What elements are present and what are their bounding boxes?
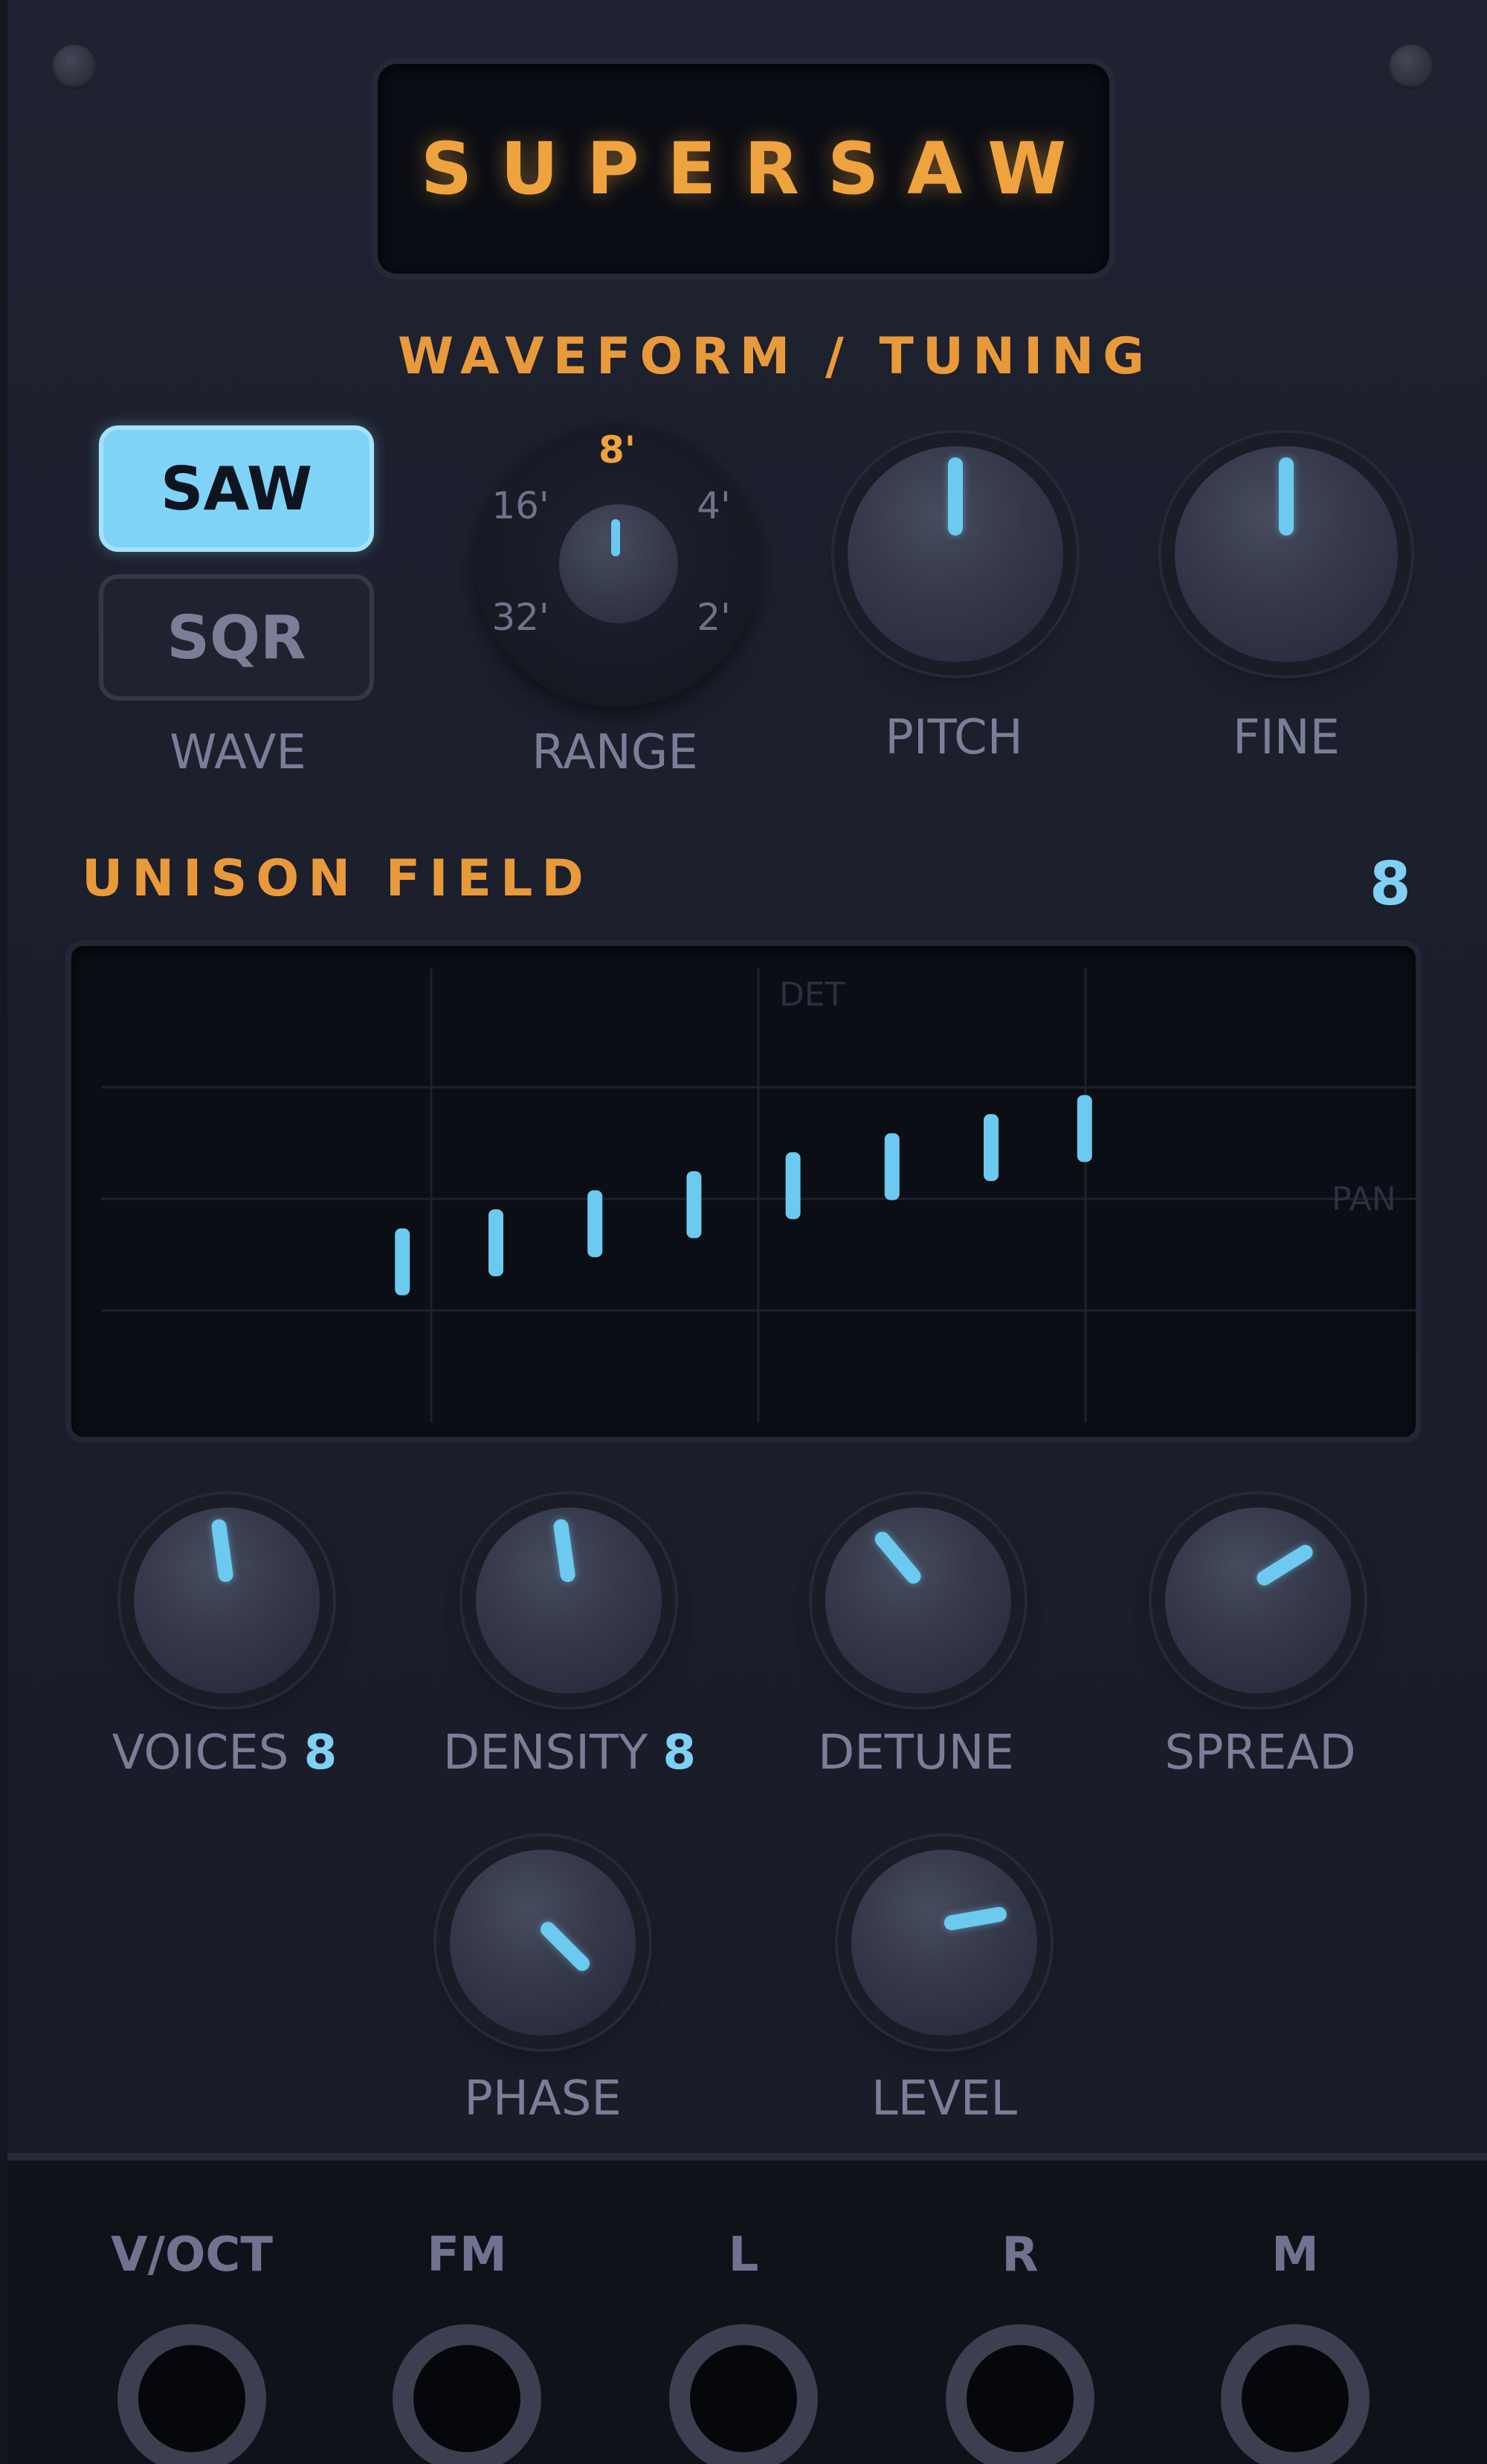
voices-label: VOICES	[112, 1725, 289, 1781]
unison-voice-marker	[785, 1152, 801, 1220]
fm-input-jack[interactable]	[393, 2324, 541, 2464]
phase-knob-pointer	[537, 1918, 593, 1975]
screw-top-left	[52, 45, 97, 89]
range-knob[interactable]	[559, 504, 678, 623]
range-label: RANGE	[532, 725, 698, 780]
unison-voice-marker	[686, 1171, 702, 1238]
unison-voice-marker	[488, 1209, 503, 1276]
unison-voice-marker	[587, 1190, 603, 1258]
voices-value: 8	[303, 1725, 338, 1781]
level-label: LEVEL	[871, 2071, 1017, 2126]
voices-label-group: VOICES 8	[112, 1725, 338, 1781]
phase-label: PHASE	[464, 2071, 622, 2126]
sqr-wave-button[interactable]: SQR	[99, 574, 374, 701]
pan-axis-label: PAN	[1332, 1180, 1396, 1218]
unison-voice-marker	[884, 1133, 900, 1200]
fine-knob-pointer	[1279, 457, 1294, 535]
pitch-knob[interactable]	[848, 446, 1063, 662]
jack-panel: V/OCT FM L R M	[7, 2153, 1487, 2464]
density-label-group: DENSITY 8	[443, 1725, 696, 1781]
range-mark-16ft[interactable]: 16'	[491, 484, 549, 527]
unison-section-title: UNISON FIELD	[82, 849, 593, 908]
unison-field-plot: DET PAN	[101, 968, 1416, 1422]
range-mark-8ft[interactable]: 8'	[599, 428, 636, 472]
pitch-knob-pointer	[948, 457, 963, 535]
mono-output-jack[interactable]	[1221, 2324, 1370, 2464]
module-name-display: SUPERSAW	[378, 64, 1109, 274]
waveform-section-title: WAVEFORM / TUNING	[398, 327, 1154, 386]
fine-knob[interactable]	[1175, 446, 1398, 662]
module-panel: SUPERSAW WAVEFORM / TUNING SAW SQR WAVE …	[0, 0, 1487, 2464]
fm-jack-label: FM	[427, 2227, 507, 2283]
range-knob-pointer	[611, 519, 620, 556]
detune-axis-label: DET	[779, 976, 845, 1014]
screw-top-right	[1389, 45, 1433, 89]
right-output-jack[interactable]	[946, 2324, 1094, 2464]
mono-out-jack-label: M	[1271, 2227, 1319, 2283]
left-out-jack-label: L	[728, 2227, 759, 2283]
phase-knob[interactable]	[450, 1850, 636, 2036]
module-name: SUPERSAW	[421, 127, 1094, 210]
voct-input-jack[interactable]	[117, 2324, 266, 2464]
unison-voice-marker	[984, 1114, 999, 1181]
saw-wave-button[interactable]: SAW	[99, 425, 374, 552]
right-out-jack-label: R	[1001, 2227, 1039, 2283]
wave-label: WAVE	[170, 725, 306, 780]
spread-label: SPREAD	[1164, 1725, 1356, 1781]
density-value: 8	[662, 1725, 697, 1781]
voct-jack-label: V/OCT	[111, 2227, 273, 2283]
density-label: DENSITY	[442, 1725, 648, 1781]
unison-voice-count: 8	[1370, 849, 1411, 919]
field-grid	[101, 968, 1416, 1422]
range-selector[interactable]: 8' 16' 4' 32' 2'	[476, 424, 758, 707]
detune-knob[interactable]	[825, 1508, 1011, 1693]
density-knob[interactable]	[476, 1508, 662, 1693]
voices-knob-pointer	[210, 1518, 234, 1583]
detune-label: DETUNE	[818, 1725, 1014, 1781]
voices-knob[interactable]	[134, 1508, 320, 1693]
range-mark-32ft[interactable]: 32'	[491, 596, 549, 639]
detune-knob-pointer	[871, 1528, 924, 1587]
level-knob-pointer	[943, 1905, 1008, 1931]
level-knob[interactable]	[851, 1850, 1037, 2036]
spread-knob-pointer	[1254, 1542, 1316, 1589]
spread-knob[interactable]	[1165, 1508, 1351, 1693]
density-knob-pointer	[552, 1518, 576, 1583]
range-mark-2ft[interactable]: 2'	[697, 596, 731, 639]
left-output-jack[interactable]	[669, 2324, 818, 2464]
unison-voice-marker	[1077, 1095, 1092, 1162]
unison-field-display[interactable]: DET PAN	[71, 946, 1416, 1437]
fine-label: FINE	[1233, 710, 1340, 765]
range-mark-4ft[interactable]: 4'	[697, 484, 731, 527]
unison-voice-marker	[395, 1228, 410, 1296]
pitch-label: PITCH	[885, 710, 1023, 765]
